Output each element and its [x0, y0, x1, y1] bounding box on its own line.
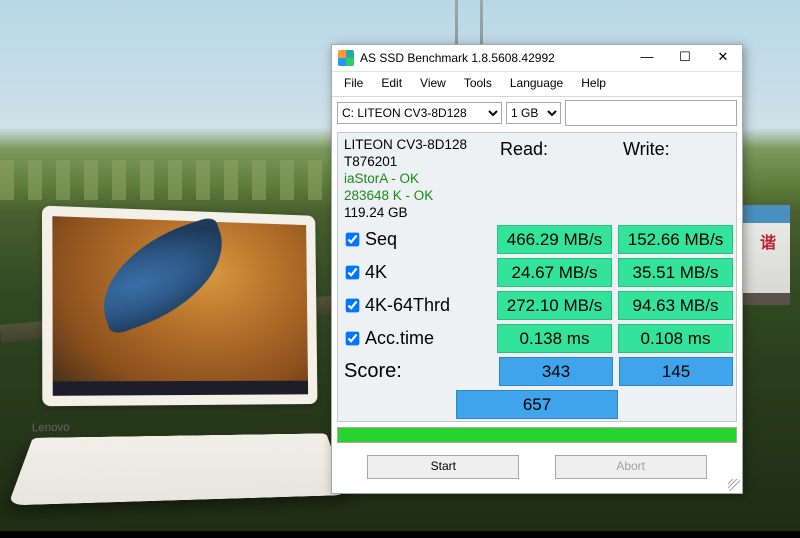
- size-select[interactable]: 1 GB: [506, 102, 561, 124]
- score-read: 343: [499, 357, 613, 386]
- checkbox-4k[interactable]: [346, 266, 360, 280]
- window-title: AS SSD Benchmark 1.8.5608.42992: [360, 51, 628, 65]
- seq-write: 152.66 MB/s: [618, 225, 733, 254]
- resize-grip-icon[interactable]: [728, 479, 740, 491]
- checkbox-4k64[interactable]: [346, 299, 360, 313]
- drive-driver: iaStorA - OK: [344, 171, 484, 188]
- checkbox-acc[interactable]: [346, 332, 360, 346]
- menu-file[interactable]: File: [336, 74, 371, 92]
- header-write: Write:: [613, 133, 736, 223]
- start-button[interactable]: Start: [367, 455, 519, 479]
- drive-model: LITEON CV3-8D128: [344, 137, 484, 154]
- k4-read: 24.67 MB/s: [497, 258, 612, 287]
- header-read: Read:: [490, 133, 613, 223]
- laptop-brand: Lenovo: [32, 421, 70, 434]
- app-icon: [338, 50, 354, 66]
- drive-alignment: 283648 K - OK: [344, 188, 484, 205]
- menu-help[interactable]: Help: [573, 74, 614, 92]
- laptop-screen-bezel: [42, 206, 317, 407]
- laptop: Lenovo: [21, 205, 346, 537]
- maximize-button[interactable]: ☐: [666, 45, 704, 71]
- laptop-taskbar: [53, 381, 308, 396]
- k4-write: 35.51 MB/s: [618, 258, 733, 287]
- drive-capacity: 119.24 GB: [344, 205, 484, 222]
- minimize-button[interactable]: —: [628, 45, 666, 71]
- label-4k: 4K: [365, 262, 387, 283]
- label-seq: Seq: [365, 229, 397, 250]
- drive-select[interactable]: C: LITEON CV3-8D128: [337, 102, 502, 124]
- toolbar: C: LITEON CV3-8D128 1 GB: [332, 97, 742, 129]
- menu-language[interactable]: Language: [502, 74, 571, 92]
- acc-read: 0.138 ms: [497, 324, 612, 353]
- drive-firmware: T876201: [344, 154, 484, 171]
- feather-graphic: [84, 215, 241, 336]
- laptop-keyboard: [8, 433, 348, 505]
- status-textbox[interactable]: [565, 100, 737, 126]
- close-button[interactable]: ✕: [704, 45, 742, 71]
- label-acc: Acc.time: [365, 328, 434, 349]
- laptop-wallpaper: [52, 216, 308, 396]
- score-write: 145: [619, 357, 733, 386]
- button-row: Start Abort: [332, 447, 742, 493]
- row-seq: Seq 466.29 MB/s 152.66 MB/s: [338, 223, 736, 256]
- progress-fill: [338, 428, 736, 442]
- row-score-total: 657: [338, 388, 736, 421]
- drive-info: LITEON CV3-8D128 T876201 iaStorA - OK 28…: [338, 133, 490, 223]
- menu-tools[interactable]: Tools: [456, 74, 500, 92]
- info-header-row: LITEON CV3-8D128 T876201 iaStorA - OK 28…: [338, 133, 736, 223]
- score-label: Score:: [338, 355, 496, 388]
- results-panel: LITEON CV3-8D128 T876201 iaStorA - OK 28…: [337, 132, 737, 422]
- score-total: 657: [456, 390, 618, 419]
- seq-read: 466.29 MB/s: [497, 225, 612, 254]
- menu-edit[interactable]: Edit: [373, 74, 410, 92]
- progress-bar: [337, 427, 737, 443]
- as-ssd-window: AS SSD Benchmark 1.8.5608.42992 — ☐ ✕ Fi…: [331, 44, 743, 494]
- menu-view[interactable]: View: [412, 74, 454, 92]
- label-4k64: 4K-64Thrd: [365, 295, 450, 316]
- checkbox-seq[interactable]: [346, 233, 360, 247]
- row-4k: 4K 24.67 MB/s 35.51 MB/s: [338, 256, 736, 289]
- row-acc-time: Acc.time 0.138 ms 0.108 ms: [338, 322, 736, 355]
- abort-button[interactable]: Abort: [555, 455, 707, 479]
- titlebar[interactable]: AS SSD Benchmark 1.8.5608.42992 — ☐ ✕: [332, 45, 742, 72]
- row-score: Score: 343 145: [338, 355, 736, 388]
- k4t-read: 272.10 MB/s: [497, 291, 612, 320]
- acc-write: 0.108 ms: [618, 324, 733, 353]
- row-4k-64thrd: 4K-64Thrd 272.10 MB/s 94.63 MB/s: [338, 289, 736, 322]
- menubar: File Edit View Tools Language Help: [332, 72, 742, 97]
- k4t-write: 94.63 MB/s: [618, 291, 733, 320]
